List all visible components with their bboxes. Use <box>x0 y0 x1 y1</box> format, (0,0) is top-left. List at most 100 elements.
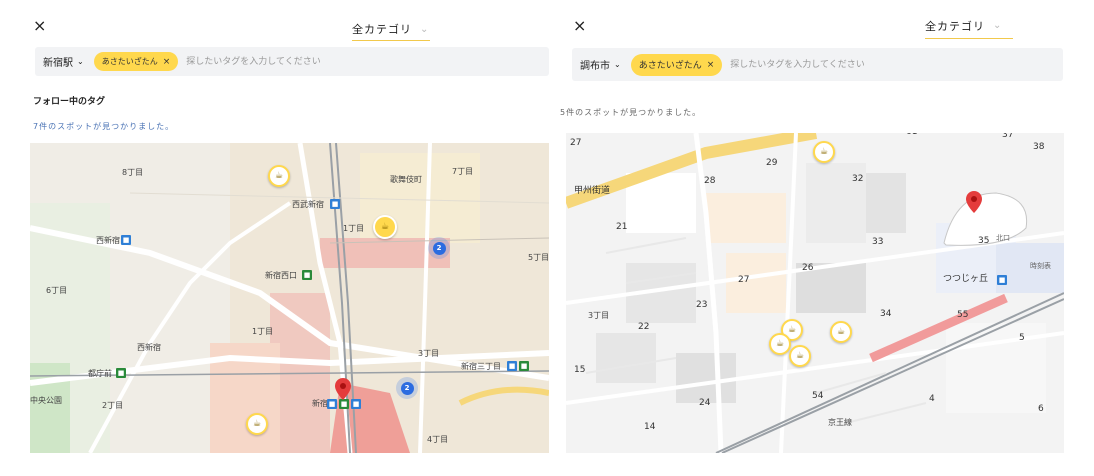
spot-marker[interactable]: ☕ <box>789 345 811 367</box>
map-label: 都庁前 <box>88 369 112 378</box>
map-label: 26 <box>802 263 814 273</box>
map-label: 京王線 <box>828 418 852 427</box>
chevron-down-icon: ⌄ <box>420 23 430 35</box>
coffee-cup-icon: ☕ <box>268 165 290 187</box>
spot-marker[interactable]: ☕ <box>268 165 290 187</box>
map-label: 西武新宿 <box>292 200 324 209</box>
map-label: 甲州街道 <box>574 186 611 196</box>
close-icon[interactable]: × <box>33 18 46 34</box>
follow-tags-heading: フォロー中のタグ <box>33 97 106 107</box>
tag-input[interactable] <box>178 55 469 68</box>
location-selector[interactable]: 調布市 ⌄ <box>572 57 631 72</box>
result-count: 7件のスポットが見つかりました。 <box>33 122 175 131</box>
station-icon: ■ <box>116 368 126 378</box>
map-label: 3丁目 <box>418 349 440 358</box>
tag-chip[interactable]: あさたいざたん × <box>630 53 723 76</box>
map-label: 北口 <box>996 234 1010 242</box>
cluster-count: 2 <box>400 381 414 395</box>
map-label: 5 <box>1019 333 1025 343</box>
station-icon: ■ <box>339 399 349 409</box>
map-label: 38 <box>1033 142 1045 152</box>
spot-marker[interactable]: ☕ <box>830 321 852 343</box>
coffee-cup-icon: ☕ <box>813 141 835 163</box>
map-label: 中央公園 <box>30 396 62 405</box>
spot-marker[interactable]: ☕ <box>246 413 268 435</box>
tag-search-bar: 調布市 ⌄ あさたいざたん × <box>572 48 1063 81</box>
category-label: 全カテゴリ <box>352 23 412 36</box>
map-label: 新宿西口 <box>265 271 297 280</box>
coffee-cup-icon: ☕ <box>246 413 268 435</box>
tag-search-bar: 新宿駅 ⌄ あさたいざたん × <box>35 47 549 76</box>
location-label: 新宿駅 <box>43 58 73 69</box>
coffee-cup-icon: ☕ <box>769 333 791 355</box>
remove-tag-icon[interactable]: × <box>163 57 171 67</box>
cluster-marker[interactable]: 2 <box>428 237 450 259</box>
map-label: 54 <box>812 391 824 401</box>
category-dropdown[interactable]: 全カテゴリ ⌄ <box>352 18 430 41</box>
map-view[interactable]: 8丁目 7丁目 歌舞伎町 西武新宿 ■ 西新宿 ■ 1丁目 6丁目 新宿西口 ■… <box>30 143 549 453</box>
coffee-cup-icon: ☕ <box>789 345 811 367</box>
map-label: つつじヶ丘 <box>943 274 989 284</box>
map-label: 29 <box>766 158 778 168</box>
category-label: 全カテゴリ <box>925 19 985 33</box>
map-label: 1丁目 <box>252 327 274 336</box>
map-pin-icon <box>335 378 351 400</box>
station-icon: ■ <box>121 235 131 245</box>
coffee-cup-icon: ☕ <box>830 321 852 343</box>
map-label: 2丁目 <box>102 401 124 410</box>
map-label: 3丁目 <box>588 311 610 320</box>
close-icon[interactable]: × <box>573 18 586 34</box>
map-label: 15 <box>574 365 586 375</box>
map-label: 32 <box>852 174 864 184</box>
station-icon: ■ <box>997 275 1007 285</box>
cluster-marker[interactable]: 2 <box>396 377 418 399</box>
tag-chip[interactable]: あさたいざたん × <box>93 52 179 71</box>
map-label: 西新宿 <box>96 236 120 245</box>
station-icon: ■ <box>507 361 517 371</box>
station-icon: ■ <box>330 199 340 209</box>
spot-marker[interactable]: ☕ <box>769 333 791 355</box>
cluster-count: 2 <box>432 241 446 255</box>
map-label: 34 <box>880 309 892 319</box>
map-pin-icon <box>966 191 982 213</box>
map-label: 8丁目 <box>122 168 144 177</box>
location-label: 調布市 <box>580 61 610 72</box>
map-label: 時刻表 <box>1030 262 1051 270</box>
category-dropdown[interactable]: 全カテゴリ ⌄ <box>925 13 1013 39</box>
map-label: 61 <box>906 133 917 137</box>
map-label: 14 <box>644 422 656 432</box>
map-label: 23 <box>696 300 708 310</box>
station-icon: ■ <box>351 399 361 409</box>
map-label: 西新宿 <box>137 343 161 352</box>
map-label: 37 <box>1002 133 1014 140</box>
map-label: 5丁目 <box>528 253 549 262</box>
location-selector[interactable]: 新宿駅 ⌄ <box>35 54 94 69</box>
left-panel: × 全カテゴリ ⌄ 新宿駅 ⌄ あさたいざたん × フォロー中のタグ 7件のスポ… <box>0 0 556 476</box>
map-label: 33 <box>872 237 884 247</box>
station-icon: ■ <box>327 399 337 409</box>
tag-chip-label: あさたいざたん <box>638 61 702 71</box>
map-label: 35 <box>978 236 990 246</box>
map-label: 4 <box>929 394 935 404</box>
tag-chip-label: あさたいざたん <box>101 57 158 66</box>
map-label: 28 <box>704 176 716 186</box>
map-label: 1丁目 <box>343 224 365 233</box>
result-count: 5件のスポットが見つかりました。 <box>560 108 702 117</box>
map-view[interactable]: 27 29 28 32 37 38 61 甲州街道 21 33 35 北口 26… <box>566 133 1064 453</box>
map-label: 4丁目 <box>427 435 449 444</box>
map-label: 新宿三丁目 <box>461 362 501 371</box>
tag-input[interactable] <box>722 58 1013 71</box>
station-icon: ■ <box>302 270 312 280</box>
coffee-cup-icon: ☕ <box>373 215 397 239</box>
chevron-down-icon: ⌄ <box>614 60 621 69</box>
station-icon: ■ <box>519 361 529 371</box>
map-label: 7丁目 <box>452 167 474 176</box>
chevron-down-icon: ⌄ <box>77 57 84 66</box>
spot-marker[interactable]: ☕ <box>373 215 397 239</box>
right-panel: × 全カテゴリ ⌄ 調布市 ⌄ あさたいざたん × 5件のスポットが見つかりまし… <box>560 0 1094 476</box>
map-label: 55 <box>957 310 969 320</box>
map-label: 22 <box>638 322 650 332</box>
spot-marker[interactable]: ☕ <box>813 141 835 163</box>
map-label: 24 <box>699 398 711 408</box>
remove-tag-icon[interactable]: × <box>707 60 715 70</box>
